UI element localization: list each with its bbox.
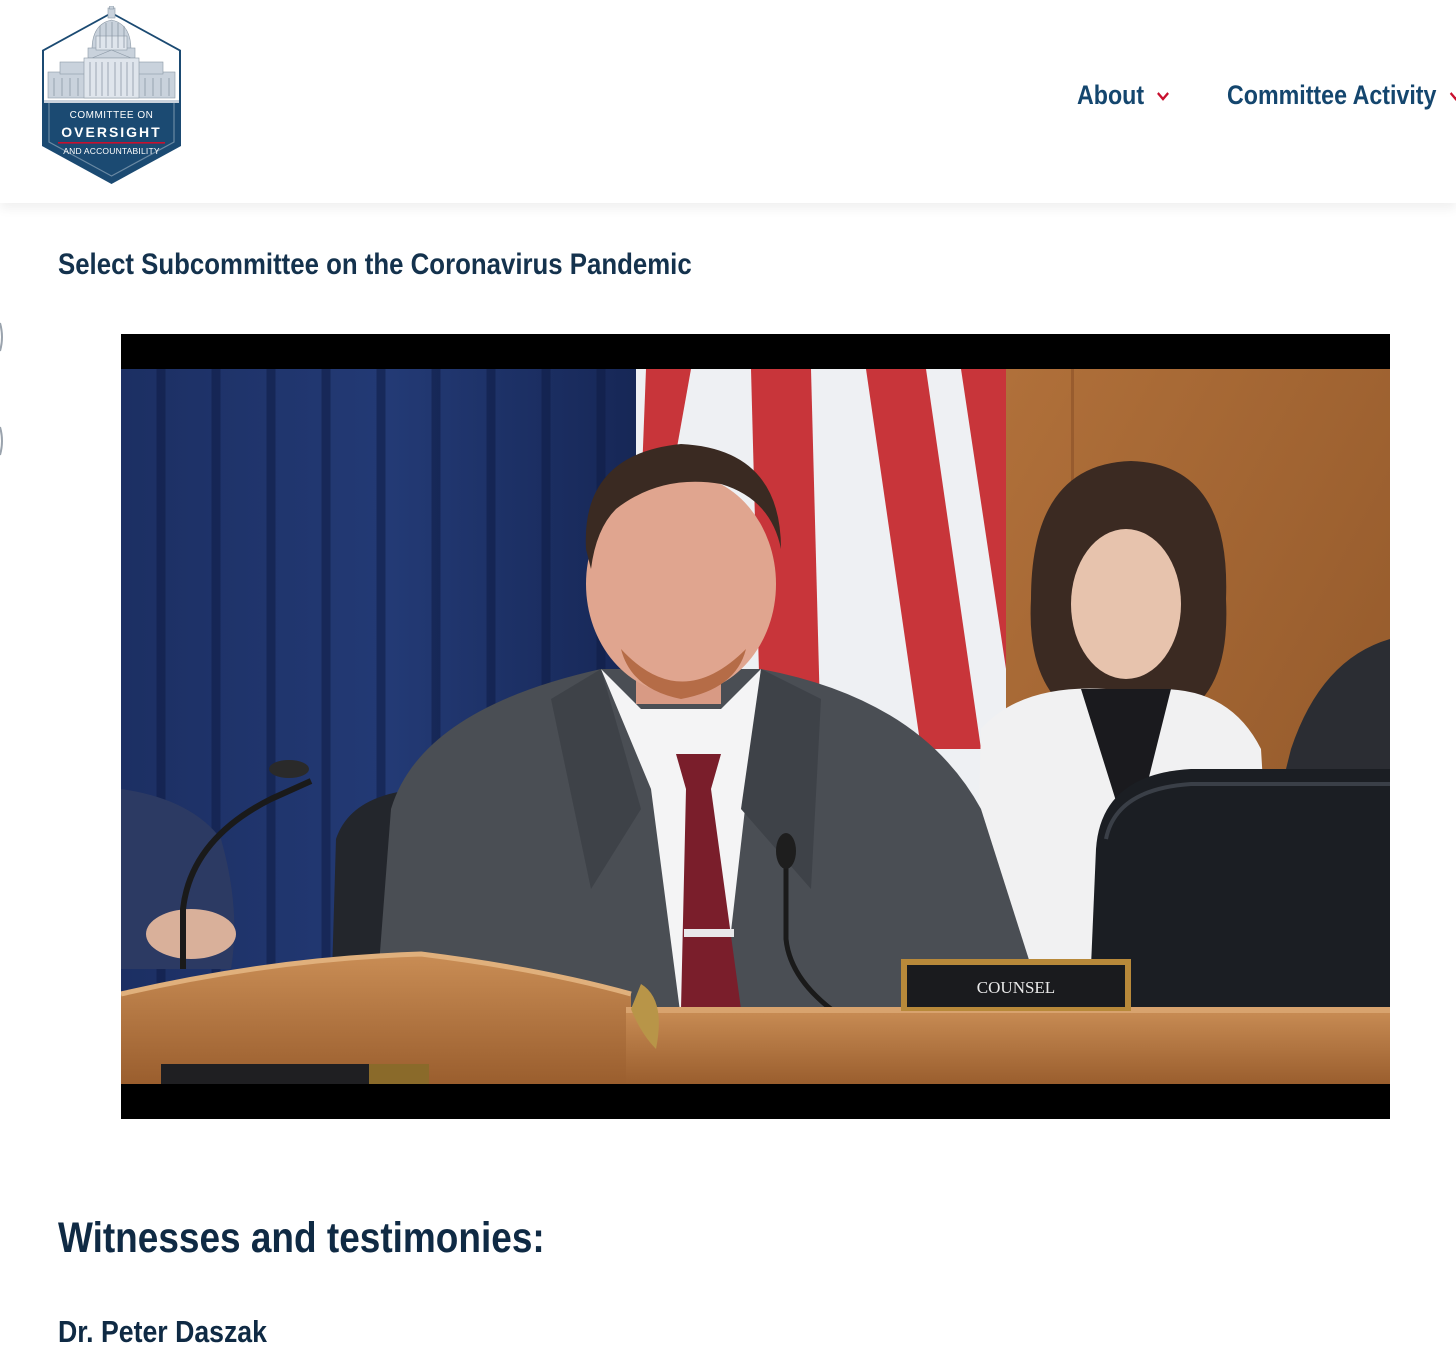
site-header: COMMITTEE ON OVERSIGHT AND ACCOUNTABILIT…: [0, 0, 1456, 203]
nav-item-about[interactable]: About: [1077, 80, 1170, 111]
section-heading-witnesses: Witnesses and testimonies:: [58, 1214, 545, 1262]
chevron-down-icon: [1156, 90, 1170, 102]
nav-item-committee-activity-label: Committee Activity: [1227, 80, 1437, 110]
page-subtitle: Select Subcommittee on the Coronavirus P…: [58, 248, 692, 281]
capitol-logo-icon: [42, 6, 181, 184]
logo-line-oversight: OVERSIGHT: [61, 124, 162, 140]
witness-name: Dr. Peter Daszak: [58, 1314, 267, 1349]
chevron-down-icon: [1449, 90, 1456, 102]
nameplate-text: COUNSEL: [977, 978, 1055, 997]
video-player[interactable]: COUNSEL: [121, 334, 1390, 1119]
nav-item-about-label: About: [1077, 80, 1145, 110]
logo-line-accountability: AND ACCOUNTABILITY: [63, 146, 160, 156]
hearing-video-frame: COUNSEL: [121, 369, 1390, 1084]
edge-decoration-icon: [0, 322, 3, 456]
logo-line-committee-on: COMMITTEE ON: [69, 110, 154, 121]
committee-logo[interactable]: COMMITTEE ON OVERSIGHT AND ACCOUNTABILIT…: [40, 6, 183, 188]
nav-item-committee-activity[interactable]: Committee Activity: [1227, 80, 1456, 111]
